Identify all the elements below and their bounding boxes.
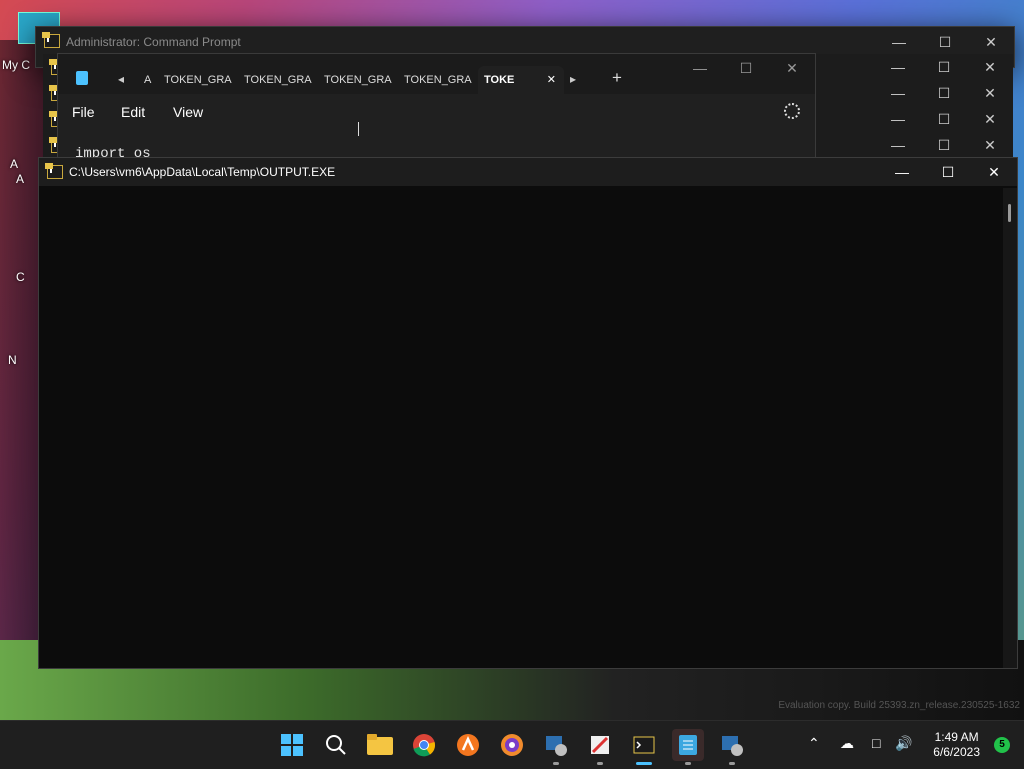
minimize-button[interactable]: —: [875, 106, 921, 132]
maximize-button[interactable]: ☐: [921, 106, 967, 132]
scroll-tabs-right-button[interactable]: ▸: [570, 72, 576, 86]
desktop-icon-label: A: [16, 172, 25, 186]
notepad-tab[interactable]: TOKEN_GRA: [398, 66, 478, 94]
cmd-settings-button[interactable]: [540, 729, 572, 765]
minimize-button[interactable]: —: [875, 80, 921, 106]
volume-icon[interactable]: 🔊: [895, 735, 912, 752]
output-console-window[interactable]: C:\Users\vm6\AppData\Local\Temp\OUTPUT.E…: [38, 157, 1018, 669]
maximize-button[interactable]: ☐: [925, 158, 971, 186]
running-indicator: [597, 762, 603, 765]
menu-view[interactable]: View: [173, 104, 203, 120]
cmd-settings-button-2[interactable]: [716, 729, 748, 765]
maximize-button[interactable]: ☐: [723, 54, 769, 82]
file-explorer-button[interactable]: [364, 729, 396, 761]
close-button[interactable]: ✕: [968, 27, 1014, 57]
maximize-button[interactable]: ☐: [921, 54, 967, 80]
brave-icon: [501, 734, 523, 756]
close-button[interactable]: ✕: [769, 54, 815, 82]
menu-file[interactable]: File: [72, 104, 95, 120]
console-output-area[interactable]: [39, 188, 1003, 668]
notepad-tab-label: TOKE: [484, 74, 515, 86]
scrollbar-thumb[interactable]: [1008, 204, 1011, 222]
minimize-button[interactable]: —: [876, 27, 922, 57]
desktop-icon-label: My C: [2, 58, 30, 72]
clock-date: 6/6/2023: [933, 745, 980, 759]
cmd-icon: [45, 163, 63, 179]
cmd-settings-icon: [722, 736, 743, 756]
running-indicator: [553, 762, 559, 765]
clock-time: 1:49 AM: [934, 730, 979, 744]
network-icon[interactable]: □: [872, 735, 880, 751]
minimize-button[interactable]: —: [677, 54, 723, 82]
folder-icon: [367, 734, 393, 755]
running-indicator: [685, 762, 691, 765]
notepad-app-icon: [76, 71, 88, 85]
paint-button[interactable]: [584, 729, 616, 765]
minimize-button[interactable]: —: [879, 158, 925, 186]
avast-icon: [457, 734, 479, 756]
command-prompt-button[interactable]: [628, 729, 660, 765]
notification-badge[interactable]: 5: [994, 737, 1010, 753]
desktop-icon-label: N: [8, 353, 17, 367]
settings-gear-icon[interactable]: [784, 103, 800, 119]
notepad-tab[interactable]: TOKEN_GRA: [318, 66, 398, 94]
desktop-icon-label: A: [10, 157, 19, 171]
start-button[interactable]: [276, 729, 308, 761]
notepad-icon: [679, 735, 697, 755]
evaluation-watermark: Evaluation copy. Build 25393.zn_release.…: [778, 700, 1020, 711]
output-window-title: C:\Users\vm6\AppData\Local\Temp\OUTPUT.E…: [69, 165, 336, 179]
notepad-tab[interactable]: A: [138, 66, 157, 94]
onedrive-offline-icon[interactable]: ☁: [840, 735, 854, 752]
chrome-icon: [413, 734, 436, 757]
taskbar-clock[interactable]: 1:49 AM 6/6/2023: [933, 730, 980, 760]
show-hidden-icons-chevron-icon[interactable]: ⌃: [808, 735, 820, 752]
cmd-settings-icon: [546, 736, 567, 756]
tab-close-icon[interactable]: ✕: [547, 66, 556, 94]
maximize-button[interactable]: ☐: [922, 27, 968, 57]
close-button[interactable]: ✕: [967, 132, 1013, 158]
chrome-button[interactable]: [408, 729, 440, 761]
console-scrollbar[interactable]: [1003, 188, 1017, 668]
running-indicator: [636, 762, 652, 765]
notepad-tab[interactable]: TOKEN_GRA: [158, 66, 238, 94]
notepad-tab-active[interactable]: TOKE ✕: [478, 66, 564, 94]
close-button[interactable]: ✕: [971, 158, 1017, 186]
close-button[interactable]: ✕: [967, 54, 1013, 80]
running-indicator: [729, 762, 735, 765]
maximize-button[interactable]: ☐: [921, 132, 967, 158]
close-button[interactable]: ✕: [967, 80, 1013, 106]
command-prompt-icon: [633, 736, 655, 754]
search-button[interactable]: [320, 729, 352, 761]
desktop-icon-label: C: [16, 270, 25, 284]
scroll-tabs-left-button[interactable]: ◂: [118, 72, 124, 86]
menu-edit[interactable]: Edit: [121, 104, 145, 120]
brave-button[interactable]: [496, 729, 528, 761]
windows-logo-icon: [281, 734, 303, 756]
minimize-button[interactable]: —: [875, 54, 921, 80]
paint-icon: [591, 736, 609, 754]
minimize-button[interactable]: —: [875, 132, 921, 158]
notepad-window[interactable]: ◂ A TOKEN_GRA TOKEN_GRA TOKEN_GRA TOKEN_…: [57, 53, 816, 159]
maximize-button[interactable]: ☐: [921, 80, 967, 106]
notepad-tab[interactable]: TOKEN_GRA: [238, 66, 318, 94]
close-button[interactable]: ✕: [967, 106, 1013, 132]
search-icon: [326, 735, 346, 755]
notepad-tabbar: ◂ A TOKEN_GRA TOKEN_GRA TOKEN_GRA TOKEN_…: [58, 54, 815, 94]
notepad-menubar: File Edit View: [58, 94, 815, 130]
output-titlebar[interactable]: C:\Users\vm6\AppData\Local\Temp\OUTPUT.E…: [39, 158, 1017, 186]
add-tab-button[interactable]: +: [612, 68, 622, 88]
cmd-icon: [42, 32, 60, 48]
avast-button[interactable]: [452, 729, 484, 761]
notepad-button[interactable]: [672, 729, 704, 765]
admin-cmd-title: Administrator: Command Prompt: [66, 35, 241, 49]
text-cursor-icon: [358, 122, 359, 136]
taskbar: ⌃ ☁ □ 🔊 1:49 AM 6/6/2023 5: [0, 720, 1024, 769]
